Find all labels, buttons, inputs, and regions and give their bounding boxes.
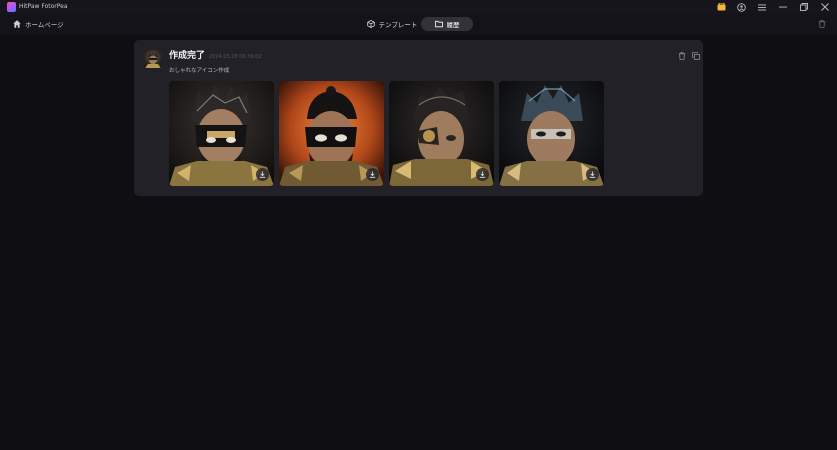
home-icon xyxy=(13,20,21,28)
nav-bar: ホームページ テンプレート 履歴 xyxy=(0,14,837,34)
folder-icon xyxy=(434,20,443,28)
history-card: 作成完了 2024.03.28 06:39:02 おしゃれなアイコン作成 xyxy=(134,40,703,196)
app-logo-icon xyxy=(7,2,16,12)
card-title: 作成完了 xyxy=(169,51,206,61)
download-icon xyxy=(259,171,266,178)
tab-history[interactable]: 履歴 xyxy=(421,17,473,31)
download-icon xyxy=(369,171,376,178)
close-icon[interactable] xyxy=(815,0,835,14)
tab-template[interactable]: テンプレート xyxy=(364,17,420,31)
download-button[interactable] xyxy=(586,168,599,181)
restore-icon[interactable] xyxy=(794,0,814,14)
card-timestamp: 2024.03.28 06:39:02 xyxy=(209,54,262,60)
copy-prompt-button[interactable] xyxy=(691,51,701,61)
download-button[interactable] xyxy=(366,168,379,181)
clear-history-button[interactable] xyxy=(816,18,828,30)
copy-icon xyxy=(692,52,700,60)
trash-icon xyxy=(678,52,686,60)
shop-icon[interactable] xyxy=(711,0,731,14)
home-label: ホームページ xyxy=(25,21,64,29)
menu-icon[interactable] xyxy=(752,0,772,14)
delete-item-button[interactable] xyxy=(677,51,687,61)
account-icon[interactable] xyxy=(731,0,751,14)
cube-icon xyxy=(366,20,375,28)
tab-template-label: テンプレート xyxy=(378,21,418,29)
tab-history-label: 履歴 xyxy=(446,21,460,29)
download-icon xyxy=(589,171,596,178)
avatar xyxy=(144,50,162,68)
result-image-4[interactable] xyxy=(499,81,604,186)
title-bar: HitPaw FotorPea xyxy=(0,0,837,14)
result-image-2[interactable] xyxy=(279,81,384,186)
app-title: HitPaw FotorPea xyxy=(19,3,68,10)
home-button[interactable]: ホームページ xyxy=(13,18,64,30)
trash-icon xyxy=(818,20,826,28)
minimize-icon[interactable] xyxy=(773,0,793,14)
download-button[interactable] xyxy=(476,168,489,181)
result-image-3[interactable] xyxy=(389,81,494,186)
result-image-1[interactable] xyxy=(169,81,274,186)
card-prompt: おしゃれなアイコン作成 xyxy=(169,68,230,74)
download-icon xyxy=(479,171,486,178)
download-button[interactable] xyxy=(256,168,269,181)
